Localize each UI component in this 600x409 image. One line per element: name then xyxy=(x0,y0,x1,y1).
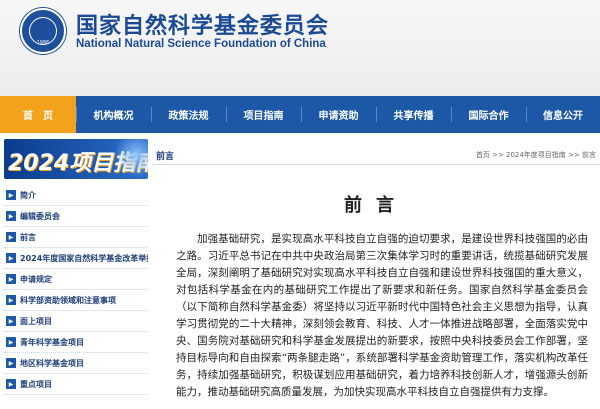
sidebar-item-intro[interactable]: ▶ 简介 xyxy=(4,185,148,206)
sidebar-item-preface[interactable]: ▶ 前言 xyxy=(4,227,148,248)
sidebar-item-label: 地区科学基金项目 xyxy=(20,358,84,368)
sidebar-item-label: 2024年度国家自然科学基金改革举措 xyxy=(20,253,148,263)
sidebar-item-fields[interactable]: ▶ 科学部资助领域和注意事项 xyxy=(4,290,148,311)
section-title: 前言 xyxy=(156,152,175,162)
sidebar-item-youth[interactable]: ▶ 青年科学基金项目 xyxy=(4,332,148,353)
logo-year: 1986 xyxy=(36,40,50,46)
sidebar-item-label: 简介 xyxy=(20,190,36,200)
page-title: 前言 xyxy=(344,195,408,216)
sidebar-item-label: 前言 xyxy=(20,232,36,242)
sidebar-item-label: 科学部资助领域和注意事项 xyxy=(20,295,116,305)
nav-sharing[interactable]: 共享传播 xyxy=(376,96,451,133)
chevron-right-icon: ▶ xyxy=(6,379,16,389)
sidebar-menu: ▶ 简介 ▶ 编辑委员会 ▶ 前言 ▶ 2024年度国家自然科学基金改革举措 ▶ 申请规定… xyxy=(4,185,148,395)
banner-decoration xyxy=(108,139,148,179)
chevron-right-icon: ▶ xyxy=(6,274,16,284)
site-title-en: National Natural Science Foundation of C… xyxy=(76,38,326,50)
nav-policy[interactable]: 政策法规 xyxy=(151,96,226,133)
nav-disclosure[interactable]: 信息公开 xyxy=(526,96,600,133)
nav-international[interactable]: 国际合作 xyxy=(451,96,526,133)
guide-banner: 2024项目指南 xyxy=(4,139,148,179)
chevron-right-icon: ▶ xyxy=(6,337,16,347)
chevron-right-icon: ▶ xyxy=(6,358,16,368)
nav-home[interactable]: 首 页 xyxy=(0,96,76,133)
nav-guide[interactable]: 项目指南 xyxy=(226,96,301,133)
chevron-right-icon: ▶ xyxy=(6,295,16,305)
sidebar-item-key[interactable]: ▶ 重点项目 xyxy=(4,374,148,395)
chevron-right-icon: ▶ xyxy=(6,253,16,263)
sidebar-item-label: 重点项目 xyxy=(20,379,52,389)
sidebar-item-reform[interactable]: ▶ 2024年度国家自然科学基金改革举措 xyxy=(4,248,148,269)
sidebar-item-general[interactable]: ▶ 面上项目 xyxy=(4,311,148,332)
nav-funding[interactable]: 申请资助 xyxy=(301,96,376,133)
nsfc-logo-icon[interactable]: 1986 xyxy=(20,8,66,54)
chevron-right-icon: ▶ xyxy=(6,211,16,221)
sidebar-item-rules[interactable]: ▶ 申请规定 xyxy=(4,269,148,290)
chevron-right-icon: ▶ xyxy=(6,232,16,242)
sidebar: 2024项目指南 ▶ 简介 ▶ 编辑委员会 ▶ 前言 ▶ 2024年度国家自然科学基金改… xyxy=(0,133,150,409)
sidebar-item-label: 面上项目 xyxy=(20,316,52,326)
sidebar-item-label: 编辑委员会 xyxy=(20,211,60,221)
nav-about[interactable]: 机构概况 xyxy=(76,96,151,133)
sidebar-item-label: 申请规定 xyxy=(20,274,52,284)
chevron-right-icon: ▶ xyxy=(6,190,16,200)
article-paragraph: 加强基础研究，是实现高水平科技自立自强的迫切要求，是建设世界科技强国的必由之路。… xyxy=(176,233,588,398)
chevron-right-icon: ▶ xyxy=(6,316,16,326)
site-title-cn[interactable]: 国家自然科学基金委员会 xyxy=(76,8,329,40)
content-header: 前言 首页 >> 2024年度项目指南 >> 前言 xyxy=(152,143,600,165)
sidebar-item-label: 青年科学基金项目 xyxy=(20,337,84,347)
breadcrumb[interactable]: 首页 >> 2024年度项目指南 >> 前言 xyxy=(476,150,596,160)
main-content: 前言 首页 >> 2024年度项目指南 >> 前言 前言 加强基础研究，是实现高… xyxy=(152,133,600,409)
sidebar-item-regional[interactable]: ▶ 地区科学基金项目 xyxy=(4,353,148,374)
sidebar-item-editorial[interactable]: ▶ 编辑委员会 xyxy=(4,206,148,227)
site-header: 1986 国家自然科学基金委员会 National Natural Scienc… xyxy=(0,0,600,96)
main-nav: 首 页 机构概况 政策法规 项目指南 申请资助 共享传播 国际合作 信息公开 xyxy=(0,96,600,133)
